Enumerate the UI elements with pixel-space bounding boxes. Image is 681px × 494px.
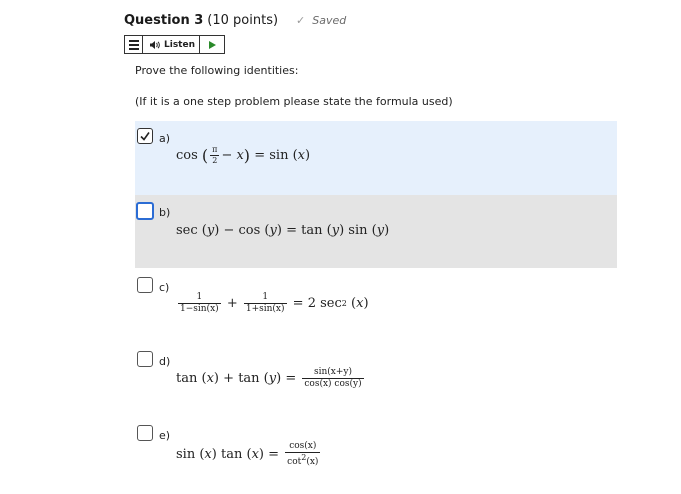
question-title: Question 3 bbox=[124, 13, 204, 28]
listen-toolbar: Listen bbox=[124, 35, 225, 54]
checkbox-a[interactable] bbox=[137, 128, 153, 144]
question-header: Question 3 (10 points) ✓ Saved bbox=[124, 13, 346, 31]
option-d[interactable]: d) tan (x) + tan (y) = sin(x+y) cos(x) co… bbox=[135, 344, 617, 418]
equation-d: tan (x) + tan (y) = sin(x+y) cos(x) cos(y… bbox=[176, 367, 364, 389]
play-button[interactable] bbox=[199, 36, 224, 53]
listen-button[interactable]: Listen bbox=[143, 36, 199, 53]
equation-b: sec (y) − cos (y) = tan (y) sin (y) bbox=[176, 223, 390, 238]
equation-e: sin (x) tan (x) = cos(x) cot2(x) bbox=[176, 441, 321, 467]
speaker-icon bbox=[150, 40, 160, 49]
option-c[interactable]: c) 1 1−sin(x) + 1 1+sin(x) = 2 sec 2 (x) bbox=[135, 270, 617, 344]
option-b[interactable]: b) sec (y) − cos (y) = tan (y) sin (y) bbox=[135, 195, 617, 268]
option-letter: a) bbox=[159, 132, 171, 145]
checkbox-c[interactable] bbox=[137, 277, 153, 293]
play-icon bbox=[208, 40, 216, 49]
option-e[interactable]: e) sin (x) tan (x) = cos(x) cot2(x) bbox=[135, 418, 617, 492]
checkbox-b[interactable] bbox=[136, 202, 154, 220]
checkmark-icon bbox=[140, 132, 150, 141]
question-points: (10 points) bbox=[207, 13, 279, 28]
saved-status: ✓ Saved bbox=[296, 14, 346, 27]
checkbox-d[interactable] bbox=[137, 351, 153, 367]
saved-label: Saved bbox=[312, 14, 347, 27]
prompt-text: Prove the following identities: bbox=[135, 64, 299, 77]
option-letter: d) bbox=[159, 355, 171, 368]
option-letter: e) bbox=[159, 429, 171, 442]
prompt-instruction: (If it is a one step problem please stat… bbox=[135, 95, 453, 108]
equation-c: 1 1−sin(x) + 1 1+sin(x) = 2 sec 2 (x) bbox=[178, 292, 369, 314]
listen-label: Listen bbox=[164, 39, 195, 50]
option-letter: b) bbox=[159, 206, 171, 219]
option-letter: c) bbox=[159, 281, 170, 294]
checkbox-e[interactable] bbox=[137, 425, 153, 441]
menu-icon[interactable] bbox=[125, 36, 143, 53]
checkmark-icon: ✓ bbox=[296, 14, 306, 27]
option-a[interactable]: a) cos ( π2 − x) = sin (x) bbox=[135, 121, 617, 195]
equation-a: cos ( π2 − x) = sin (x) bbox=[176, 145, 311, 165]
